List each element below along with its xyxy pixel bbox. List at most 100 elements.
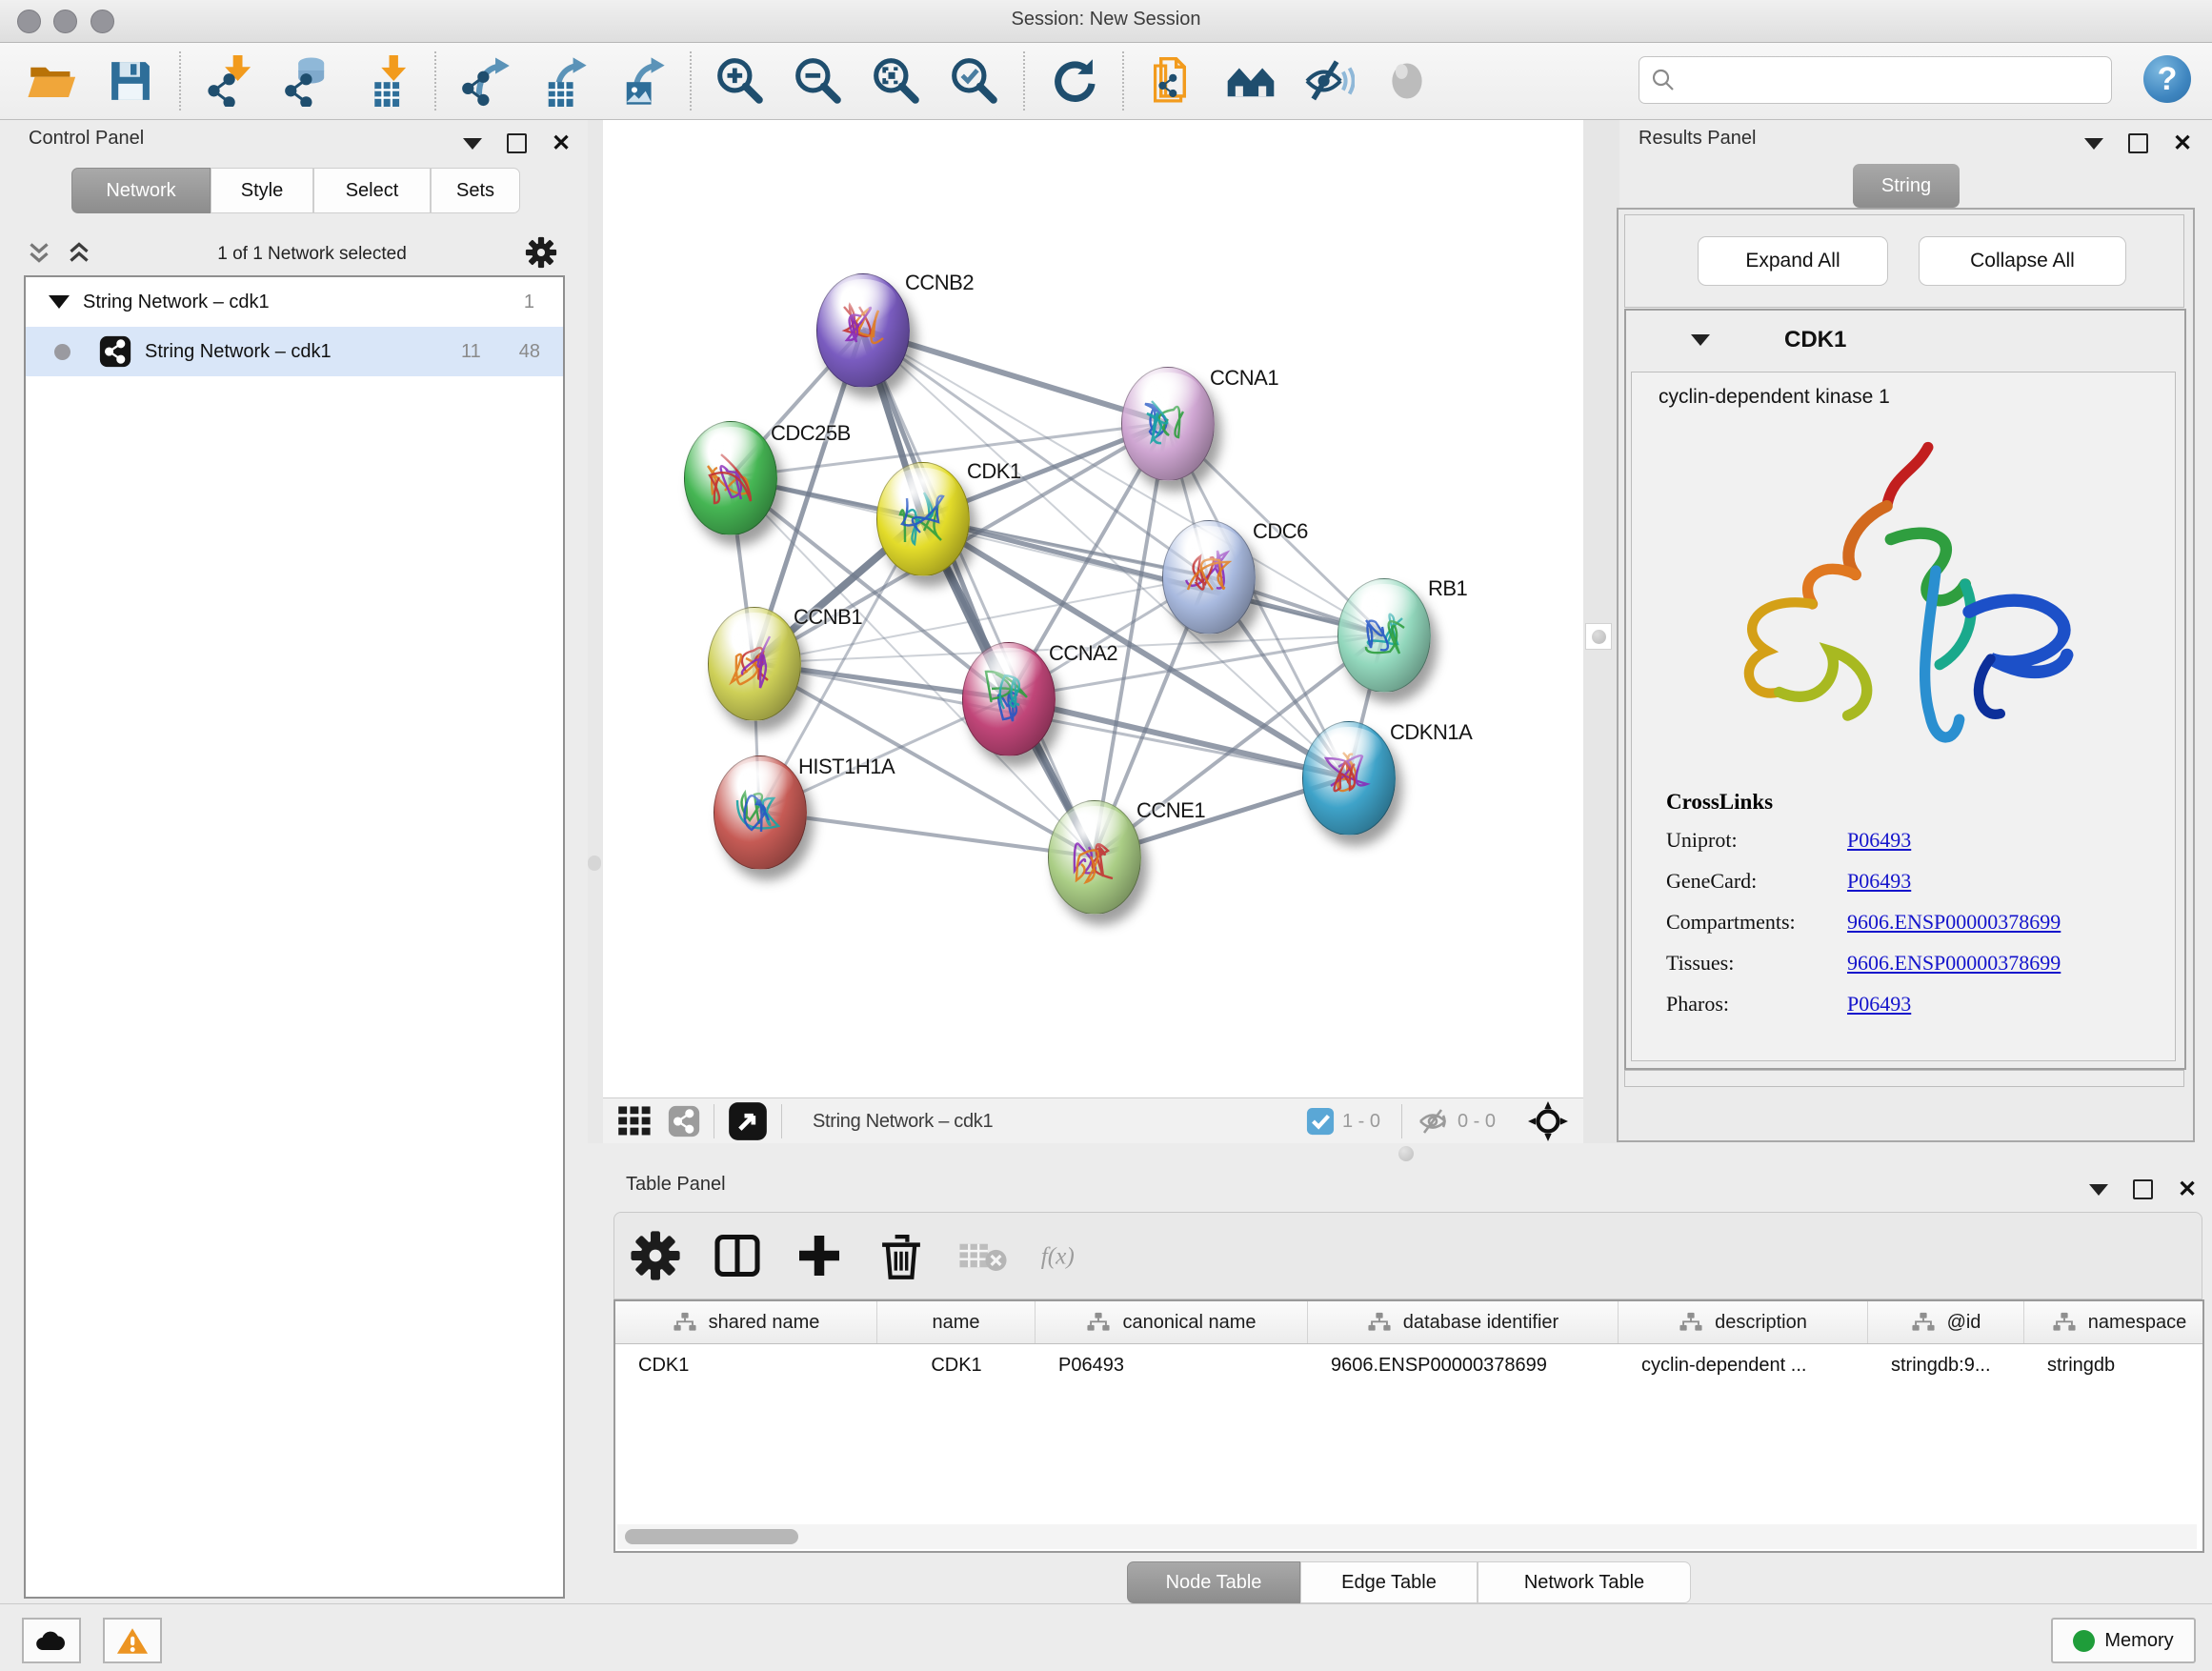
column-header-name[interactable]: name [877, 1301, 1036, 1343]
crosslink-label: Compartments: [1666, 910, 1847, 935]
zoom-out-icon[interactable] [791, 53, 846, 109]
selected-checkbox-icon[interactable] [1306, 1107, 1335, 1136]
tab-network-table[interactable]: Network Table [1478, 1561, 1691, 1603]
column-header-shared-name[interactable]: shared name [615, 1301, 877, 1343]
tab-select[interactable]: Select [313, 168, 431, 213]
grid-view-icon[interactable] [616, 1104, 654, 1138]
save-session-icon[interactable] [103, 53, 158, 109]
collapse-arrow-icon[interactable] [49, 295, 70, 309]
column-header-canonical-name[interactable]: canonical name [1036, 1301, 1308, 1343]
column-header--id[interactable]: @id [1868, 1301, 2024, 1343]
network-node-CDC6[interactable] [1162, 520, 1256, 634]
delete-table-icon[interactable] [955, 1228, 1011, 1283]
crosslink-label: Pharos: [1666, 992, 1847, 1017]
crosslink-link[interactable]: 9606.ENSP00000378699 [1847, 910, 2061, 935]
network-node-CCNE1[interactable] [1048, 800, 1141, 915]
horizontal-splitter[interactable] [603, 1143, 2212, 1168]
network-node-RB1[interactable] [1337, 578, 1431, 693]
tab-edge-table[interactable]: Edge Table [1300, 1561, 1478, 1603]
warnings-button[interactable] [103, 1618, 162, 1663]
crosshair-icon[interactable] [1528, 1101, 1568, 1141]
column-header-database-identifier[interactable]: database identifier [1308, 1301, 1619, 1343]
left-splitter[interactable] [588, 120, 603, 1143]
expand-all-button[interactable]: Expand All [1698, 236, 1888, 286]
crosslink-row: Uniprot: P06493 [1666, 828, 2061, 853]
zoom-selected-icon[interactable] [947, 53, 1002, 109]
collapse-all-button[interactable]: Collapse All [1919, 236, 2126, 286]
hidden-eye-icon[interactable] [1416, 1106, 1450, 1137]
right-splitter[interactable] [1583, 120, 1621, 1143]
search-input[interactable] [1678, 60, 2111, 100]
network-node-CCNA1[interactable] [1121, 367, 1215, 481]
split-columns-icon[interactable] [710, 1228, 765, 1283]
column-header-description[interactable]: description [1619, 1301, 1868, 1343]
tab-node-table[interactable]: Node Table [1127, 1561, 1300, 1603]
export-image-icon[interactable] [613, 53, 669, 109]
close-panel-icon[interactable]: ✕ [2178, 1181, 2197, 1198]
tab-network[interactable]: Network [71, 168, 211, 213]
table-row[interactable]: CDK1 CDK1 P06493 9606.ENSP00000378699 cy… [615, 1344, 2202, 1386]
cdk1-section-header[interactable]: CDK1 [1626, 311, 2184, 370]
table-hscrollbar[interactable] [617, 1524, 2197, 1549]
network-node-CDK1[interactable] [876, 462, 970, 576]
crosslink-link[interactable]: P06493 [1847, 992, 1911, 1017]
tab-sets[interactable]: Sets [431, 168, 520, 213]
export-table-icon[interactable] [535, 53, 591, 109]
add-column-icon[interactable] [792, 1228, 847, 1283]
close-panel-icon[interactable]: ✕ [2173, 135, 2192, 151]
memory-button[interactable]: Memory [2051, 1618, 2196, 1663]
import-table-from-file-icon[interactable] [358, 53, 413, 109]
network-collection-row[interactable]: String Network – cdk1 1 [26, 277, 563, 327]
panel-menu-icon[interactable] [2089, 1184, 2108, 1196]
delete-column-icon[interactable] [874, 1228, 929, 1283]
float-panel-icon[interactable] [507, 133, 527, 153]
expand-all-icon[interactable] [67, 238, 91, 272]
table-settings-icon[interactable] [628, 1228, 683, 1283]
function-builder-icon[interactable]: f(x) [1037, 1228, 1093, 1283]
panel-menu-icon[interactable] [2084, 138, 2103, 150]
network-canvas[interactable]: CCNB2CCNA1CDC25BCDK1CDC6RB1CCNB1CCNA2CDK… [603, 120, 1583, 1097]
scrollbar-thumb[interactable] [625, 1529, 798, 1544]
splitter-handle[interactable] [1398, 1146, 1414, 1161]
network-node-HIST1H1A[interactable] [714, 755, 807, 870]
network-node-CCNB2[interactable] [816, 273, 910, 388]
crosslink-link[interactable]: 9606.ENSP00000378699 [1847, 951, 2061, 976]
float-panel-icon[interactable] [2128, 133, 2148, 153]
column-header-namespace[interactable]: namespace [2024, 1301, 2204, 1343]
apply-preferred-layout-icon[interactable] [1046, 53, 1101, 109]
gear-icon[interactable] [525, 236, 557, 273]
zoom-fit-icon[interactable] [869, 53, 924, 109]
tab-style[interactable]: Style [211, 168, 313, 213]
tab-string[interactable]: String [1853, 164, 1960, 208]
section-title: CDK1 [1784, 327, 1846, 353]
network-home-icon[interactable] [1223, 53, 1278, 109]
crosslink-link[interactable]: P06493 [1847, 828, 1911, 853]
network-row[interactable]: String Network – cdk1 11 48 [26, 327, 563, 376]
network-view-icon[interactable] [668, 1105, 700, 1137]
network-node-CDC25B[interactable] [684, 421, 777, 535]
float-panel-icon[interactable] [2133, 1179, 2153, 1199]
splitter-handle[interactable] [1585, 623, 1612, 650]
close-panel-icon[interactable]: ✕ [552, 135, 571, 151]
collapse-all-icon[interactable] [27, 238, 51, 272]
help-button[interactable]: ? [2143, 55, 2191, 103]
panel-menu-icon[interactable] [463, 138, 482, 150]
network-node-CCNB1[interactable] [708, 607, 801, 721]
splitter-handle[interactable] [588, 856, 601, 871]
import-network-from-database-icon[interactable] [280, 53, 335, 109]
share-network-document-icon[interactable] [1145, 53, 1200, 109]
crosslink-link[interactable]: P06493 [1847, 869, 1911, 894]
zoom-in-icon[interactable] [713, 53, 768, 109]
crosslink-label: Uniprot: [1666, 828, 1847, 853]
node-label-RB1: RB1 [1428, 576, 1467, 601]
show-all-icon[interactable] [1379, 53, 1435, 109]
export-network-icon[interactable] [457, 53, 513, 109]
collapse-section-icon[interactable] [1691, 334, 1710, 346]
hide-selected-icon[interactable] [1301, 53, 1357, 109]
birdseye-view-icon[interactable] [728, 1101, 768, 1141]
open-session-icon[interactable] [25, 53, 80, 109]
network-node-CDKN1A[interactable] [1302, 721, 1396, 836]
network-node-CCNA2[interactable] [962, 642, 1056, 756]
import-network-from-file-icon[interactable] [202, 53, 257, 109]
cloud-button[interactable] [22, 1618, 81, 1663]
